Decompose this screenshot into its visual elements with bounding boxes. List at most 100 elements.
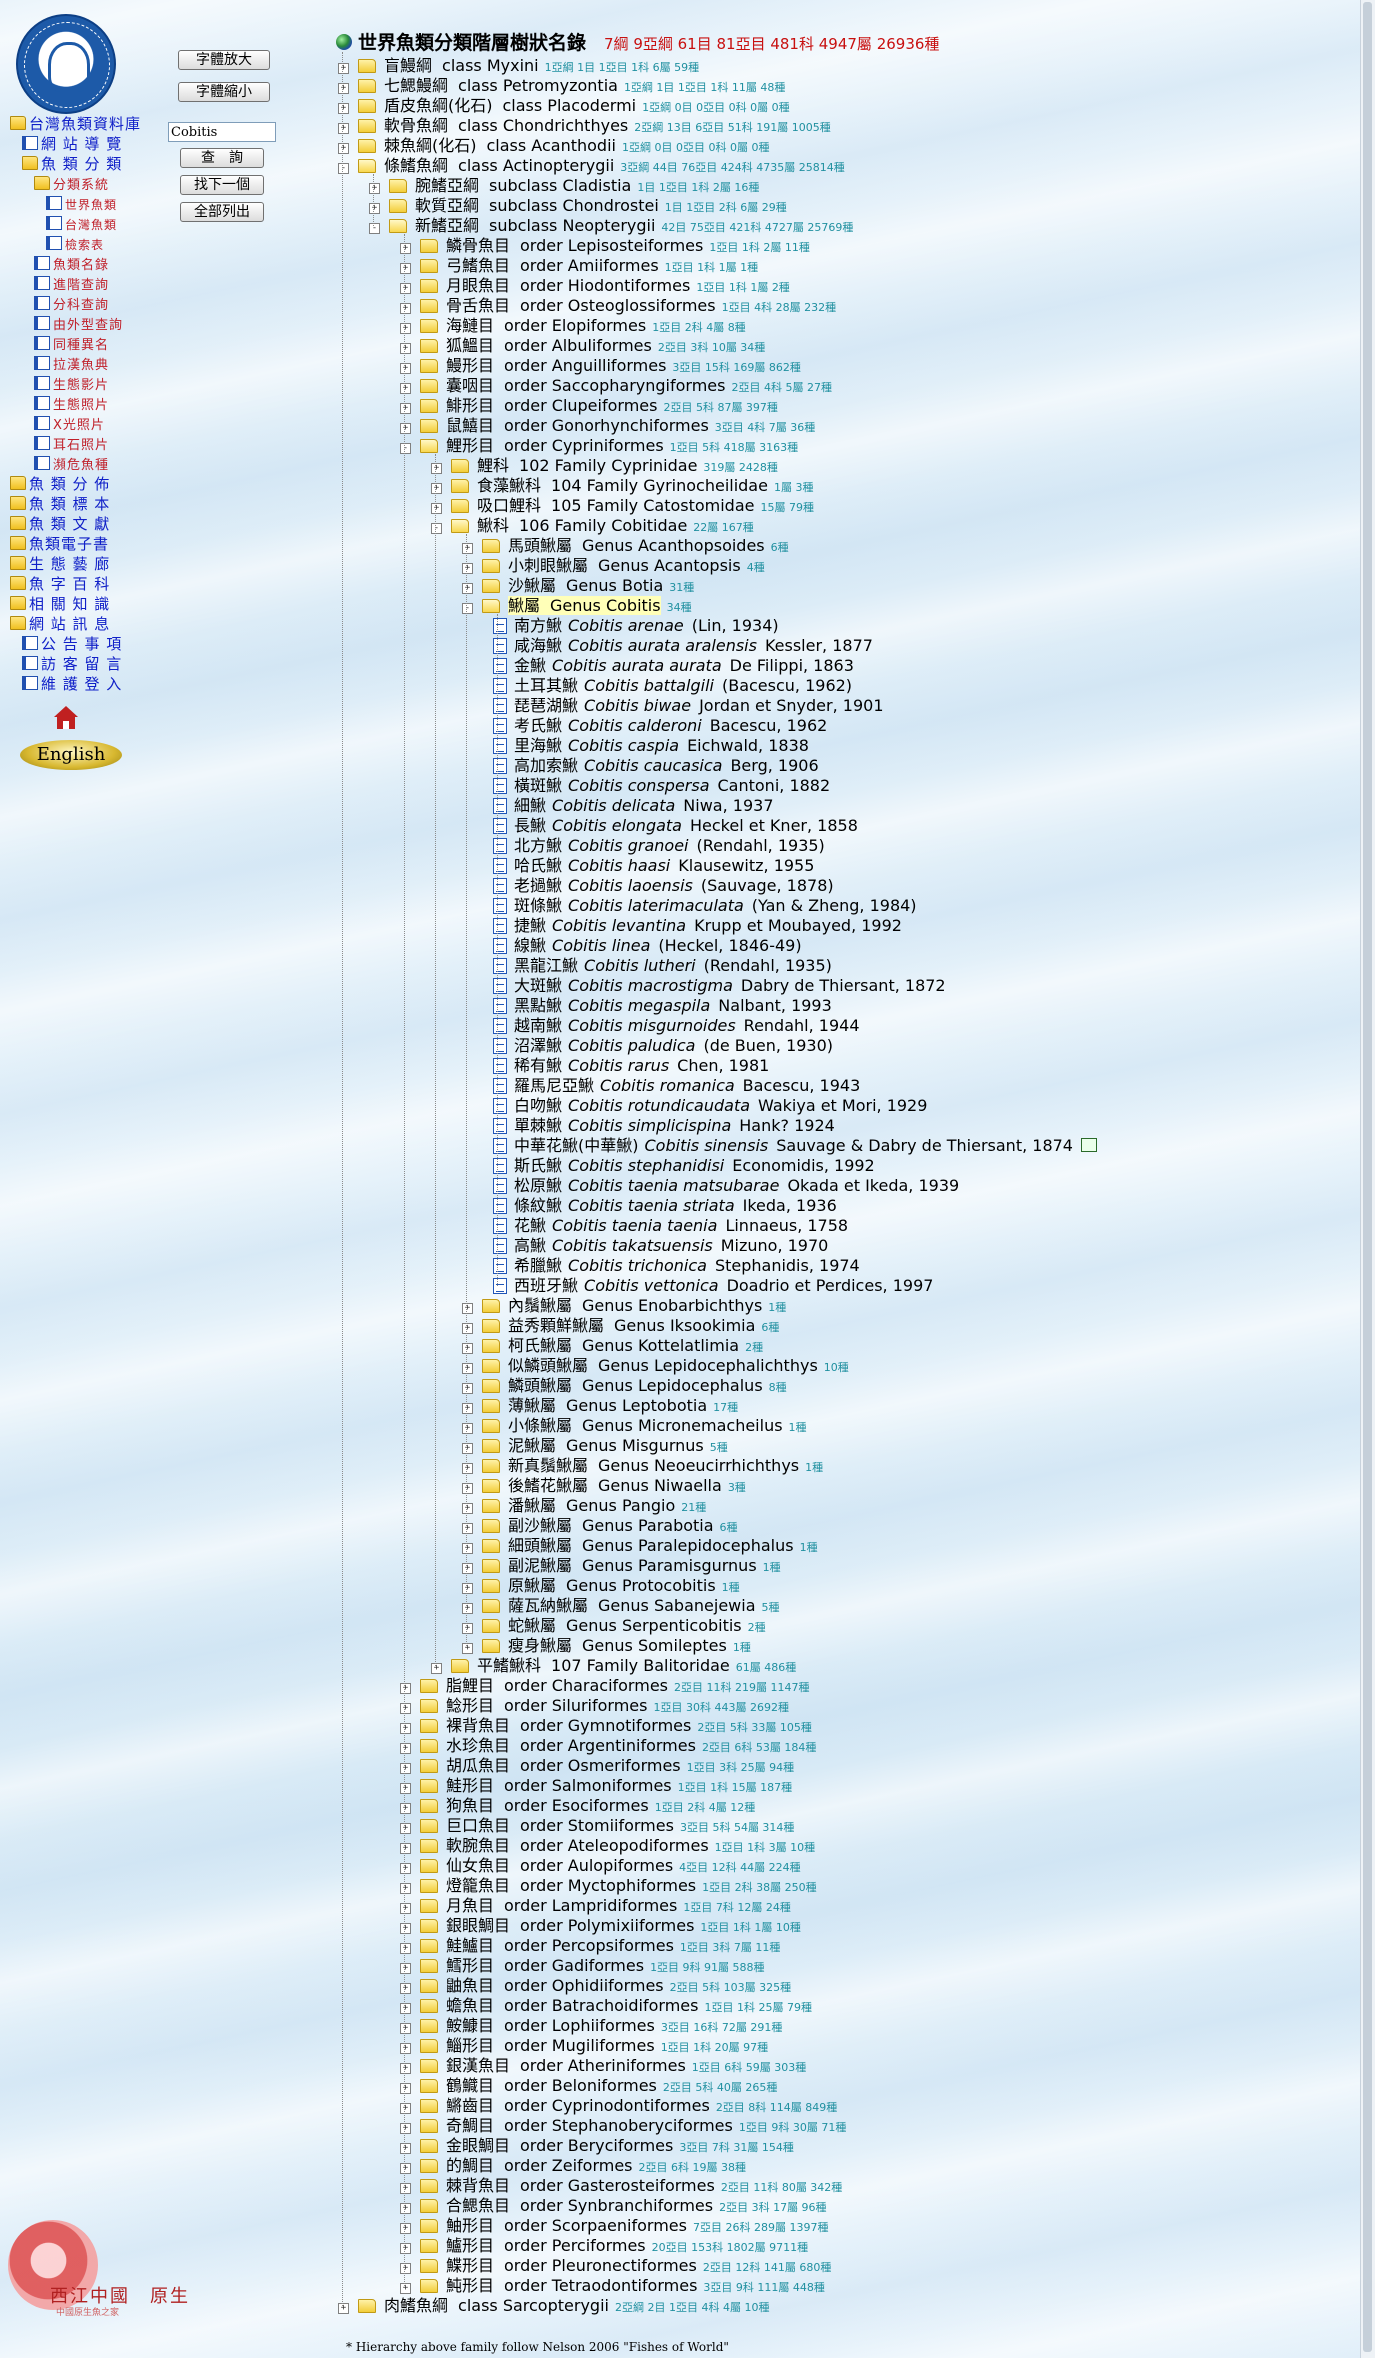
node-label[interactable]: 棘背魚目 order Gasterosteiformes: [446, 2176, 715, 2195]
expand-toggle-icon[interactable]: +: [400, 2003, 411, 2014]
species-node[interactable]: 花鰍 Cobitis taenia taenia Linnaeus, 1758: [493, 1216, 848, 1236]
node-label[interactable]: 蛇鰍屬 Genus Serpenticobitis: [508, 1616, 742, 1635]
species-node[interactable]: 斑條鰍 Cobitis laterimaculata (Yan & Zheng, 1…: [493, 896, 917, 916]
node-label[interactable]: 鱗頭鰍屬 Genus Lepidocephalus: [508, 1376, 763, 1395]
expand-toggle-icon[interactable]: +: [462, 563, 473, 574]
species-node[interactable]: 長鰍 Cobitis elongata Heckel et Kner, 1858: [493, 816, 858, 836]
species-node[interactable]: 里海鰍 Cobitis caspia Eichwald, 1838: [493, 736, 809, 756]
node-label[interactable]: 橫斑鰍 Cobitis conspersa: [514, 776, 710, 795]
node-label[interactable]: 希臘鰍 Cobitis trichonica: [514, 1256, 707, 1275]
tree-node[interactable]: + 鱗頭鰍屬 Genus Lepidocephalus 8種: [462, 1376, 787, 1396]
tree-node[interactable]: + 鯰形目 order Siluriformes 1亞目 30科 443屬 2692種: [400, 1696, 789, 1716]
tree-node[interactable]: + 潘鰍屬 Genus Pangio 21種: [462, 1496, 706, 1516]
species-node[interactable]: 稀有鰍 Cobitis rarus Chen, 1981: [493, 1056, 769, 1076]
sidebar-item[interactable]: 魚 類 文 獻: [10, 514, 160, 534]
node-label[interactable]: 銀漢魚目 order Atheriniformes: [446, 2056, 686, 2075]
species-node[interactable]: 捷鰍 Cobitis levantina Krupp et Moubayed, 19…: [493, 916, 902, 936]
node-label[interactable]: 海鰱目 order Elopiformes: [446, 316, 646, 335]
species-node[interactable]: 羅馬尼亞鰍 Cobitis romanica Bacescu, 1943: [493, 1076, 860, 1096]
tree-node[interactable]: + 鮭形目 order Salmoniformes 1亞目 1科 15屬 187種: [400, 1776, 792, 1796]
expand-toggle-icon[interactable]: +: [400, 2083, 411, 2094]
expand-toggle-icon[interactable]: +: [369, 183, 380, 194]
tree-node[interactable]: + 骨舌魚目 order Osteoglossiformes 1亞目 4科 28屬 2…: [400, 296, 836, 316]
node-label[interactable]: 似鱗頭鰍屬 Genus Lepidocephalichthys: [508, 1356, 818, 1375]
collapse-toggle-icon[interactable]: -: [400, 443, 411, 454]
node-label[interactable]: 鰍屬 Genus Cobitis: [508, 596, 661, 615]
font-smaller-button[interactable]: 字體縮小: [178, 82, 270, 102]
expand-toggle-icon[interactable]: +: [400, 283, 411, 294]
expand-toggle-icon[interactable]: +: [338, 103, 349, 114]
tree-node[interactable]: + 鼠鱚目 order Gonorhynchiformes 3亞目 4科 7屬 36種: [400, 416, 815, 436]
node-label[interactable]: 鯉科 102 Family Cyprinidae: [477, 456, 697, 475]
tree-node[interactable]: + 月眼魚目 order Hiodontiformes 1亞目 1科 1屬 2種: [400, 276, 790, 296]
expand-toggle-icon[interactable]: +: [462, 1363, 473, 1374]
tree-node[interactable]: + 鰈形目 order Pleuronectiformes 2亞目 12科 141屬 …: [400, 2256, 831, 2276]
expand-toggle-icon[interactable]: +: [462, 1543, 473, 1554]
node-label[interactable]: 燈籠魚目 order Myctophiformes: [446, 1876, 696, 1895]
expand-toggle-icon[interactable]: +: [462, 1303, 473, 1314]
list-all-button[interactable]: 全部列出: [180, 202, 264, 222]
expand-toggle-icon[interactable]: +: [462, 1483, 473, 1494]
node-label[interactable]: 鰍科 106 Family Cobitidae: [477, 516, 687, 535]
tree-node[interactable]: + 鯡形目 order Clupeiformes 2亞目 5科 87屬 397種: [400, 396, 778, 416]
species-node[interactable]: 高加索鰍 Cobitis caucasica Berg, 1906: [493, 756, 819, 776]
tree-node[interactable]: + 弓鰭魚目 order Amiiformes 1亞目 1科 1屬 1種: [400, 256, 758, 276]
expand-toggle-icon[interactable]: +: [400, 2023, 411, 2034]
expand-toggle-icon[interactable]: +: [462, 1423, 473, 1434]
expand-toggle-icon[interactable]: +: [400, 2223, 411, 2234]
species-node[interactable]: 南方鰍 Cobitis arenae (Lin, 1934): [493, 616, 779, 636]
node-label[interactable]: 鯡形目 order Clupeiformes: [446, 396, 657, 415]
expand-toggle-icon[interactable]: +: [400, 2263, 411, 2274]
node-label[interactable]: 鮭鱸目 order Percopsiformes: [446, 1936, 674, 1955]
expand-toggle-icon[interactable]: +: [400, 2063, 411, 2074]
node-label[interactable]: 新真鬚鰍屬 Genus Neoeucirrhichthys: [508, 1456, 799, 1475]
tree-node[interactable]: + 沙鰍屬 Genus Botia 31種: [462, 576, 694, 596]
sidebar-item[interactable]: 公 告 事 項: [10, 634, 160, 654]
tree-node[interactable]: + 泥鰍屬 Genus Misgurnus 5種: [462, 1436, 728, 1456]
node-label[interactable]: 琵琶湖鰍 Cobitis biwae: [514, 696, 691, 715]
tree-node[interactable]: - 條鰭魚綱 class Actinopterygii 3亞綱 44目 76亞目 42…: [338, 156, 845, 176]
expand-toggle-icon[interactable]: +: [462, 583, 473, 594]
tree-node[interactable]: + 棘魚綱(化石) class Acanthodii 1亞綱 0目 0亞目 0科 0屬…: [338, 136, 769, 156]
tree-node[interactable]: + 吸口鯉科 105 Family Catostomidae 15屬 79種: [431, 496, 814, 516]
node-label[interactable]: 白吻鰍 Cobitis rotundicaudata: [514, 1096, 750, 1115]
node-label[interactable]: 新鰭亞綱 subclass Neopterygii: [415, 216, 655, 235]
tree-node[interactable]: + 海鰱目 order Elopiformes 1亞目 2科 4屬 8種: [400, 316, 746, 336]
expand-toggle-icon[interactable]: +: [369, 203, 380, 214]
sidebar-item[interactable]: X光照片: [10, 414, 160, 434]
search-input[interactable]: [168, 122, 276, 142]
expand-toggle-icon[interactable]: +: [338, 2303, 349, 2314]
sidebar-item[interactable]: 台灣魚類資料庫: [10, 114, 160, 134]
tree-node[interactable]: + 原鰍屬 Genus Protocobitis 1種: [462, 1576, 740, 1596]
species-node[interactable]: 白吻鰍 Cobitis rotundicaudata Wakiya et Mori,…: [493, 1096, 927, 1116]
expand-toggle-icon[interactable]: +: [400, 1863, 411, 1874]
node-label[interactable]: 花鰍 Cobitis taenia taenia: [514, 1216, 717, 1235]
species-node[interactable]: 沼澤鰍 Cobitis paludica (de Buen, 1930): [493, 1036, 833, 1056]
expand-toggle-icon[interactable]: +: [338, 123, 349, 134]
node-label[interactable]: 魨形目 order Tetraodontiformes: [446, 2276, 697, 2295]
expand-toggle-icon[interactable]: +: [462, 1523, 473, 1534]
species-node[interactable]: 橫斑鰍 Cobitis conspersa Cantoni, 1882: [493, 776, 830, 796]
expand-toggle-icon[interactable]: +: [431, 1663, 442, 1674]
node-label[interactable]: 合鰓魚目 order Synbranchiformes: [446, 2196, 713, 2215]
sidebar-item[interactable]: 檢索表: [10, 234, 160, 254]
expand-toggle-icon[interactable]: +: [400, 1723, 411, 1734]
tree-node[interactable]: + 薄鰍屬 Genus Leptobotia 17種: [462, 1396, 738, 1416]
expand-toggle-icon[interactable]: +: [400, 263, 411, 274]
expand-toggle-icon[interactable]: +: [400, 2163, 411, 2174]
expand-toggle-icon[interactable]: +: [431, 463, 442, 474]
node-label[interactable]: 稀有鰍 Cobitis rarus: [514, 1056, 669, 1075]
species-node[interactable]: 越南鰍 Cobitis misgurnoides Rendahl, 1944: [493, 1016, 860, 1036]
tree-node[interactable]: + 鯔形目 order Mugiliformes 1亞目 1科 20屬 97種: [400, 2036, 768, 2056]
expand-toggle-icon[interactable]: +: [400, 2243, 411, 2254]
species-node[interactable]: 金鰍 Cobitis aurata aurata De Filippi, 1863: [493, 656, 854, 676]
tree-node[interactable]: + 巨口魚目 order Stomiiformes 3亞目 5科 54屬 314種: [400, 1816, 794, 1836]
tree-node[interactable]: + 新真鬚鰍屬 Genus Neoeucirrhichthys 1種: [462, 1456, 823, 1476]
vertical-scrollbar[interactable]: [1360, 0, 1375, 2358]
node-label[interactable]: 薄鰍屬 Genus Leptobotia: [508, 1396, 707, 1415]
tree-node[interactable]: + 的鯛目 order Zeiformes 2亞目 6科 19屬 38種: [400, 2156, 746, 2176]
tree-node[interactable]: + 瘦身鰍屬 Genus Somileptes 1種: [462, 1636, 751, 1656]
tree-node[interactable]: + 蟾魚目 order Batrachoidiformes 1亞目 1科 25屬 79…: [400, 1996, 812, 2016]
node-label[interactable]: 長鰍 Cobitis elongata: [514, 816, 682, 835]
find-next-button[interactable]: 找下一個: [180, 175, 264, 195]
